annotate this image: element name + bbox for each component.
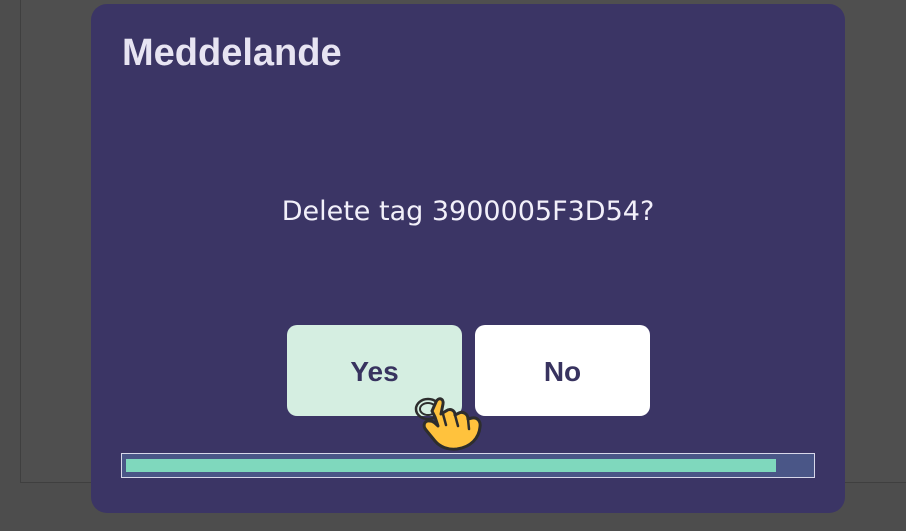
no-button[interactable]: No (475, 325, 650, 416)
yes-button[interactable]: Yes (287, 325, 462, 416)
message-dialog: Meddelande Delete tag 3900005F3D54? Yes … (91, 4, 845, 513)
progress-fill (126, 459, 776, 472)
screen: Meddelande Delete tag 3900005F3D54? Yes … (0, 0, 906, 531)
dialog-title: Meddelande (122, 32, 342, 74)
dialog-message: Delete tag 3900005F3D54? (281, 196, 655, 227)
progress-bar (121, 453, 815, 478)
